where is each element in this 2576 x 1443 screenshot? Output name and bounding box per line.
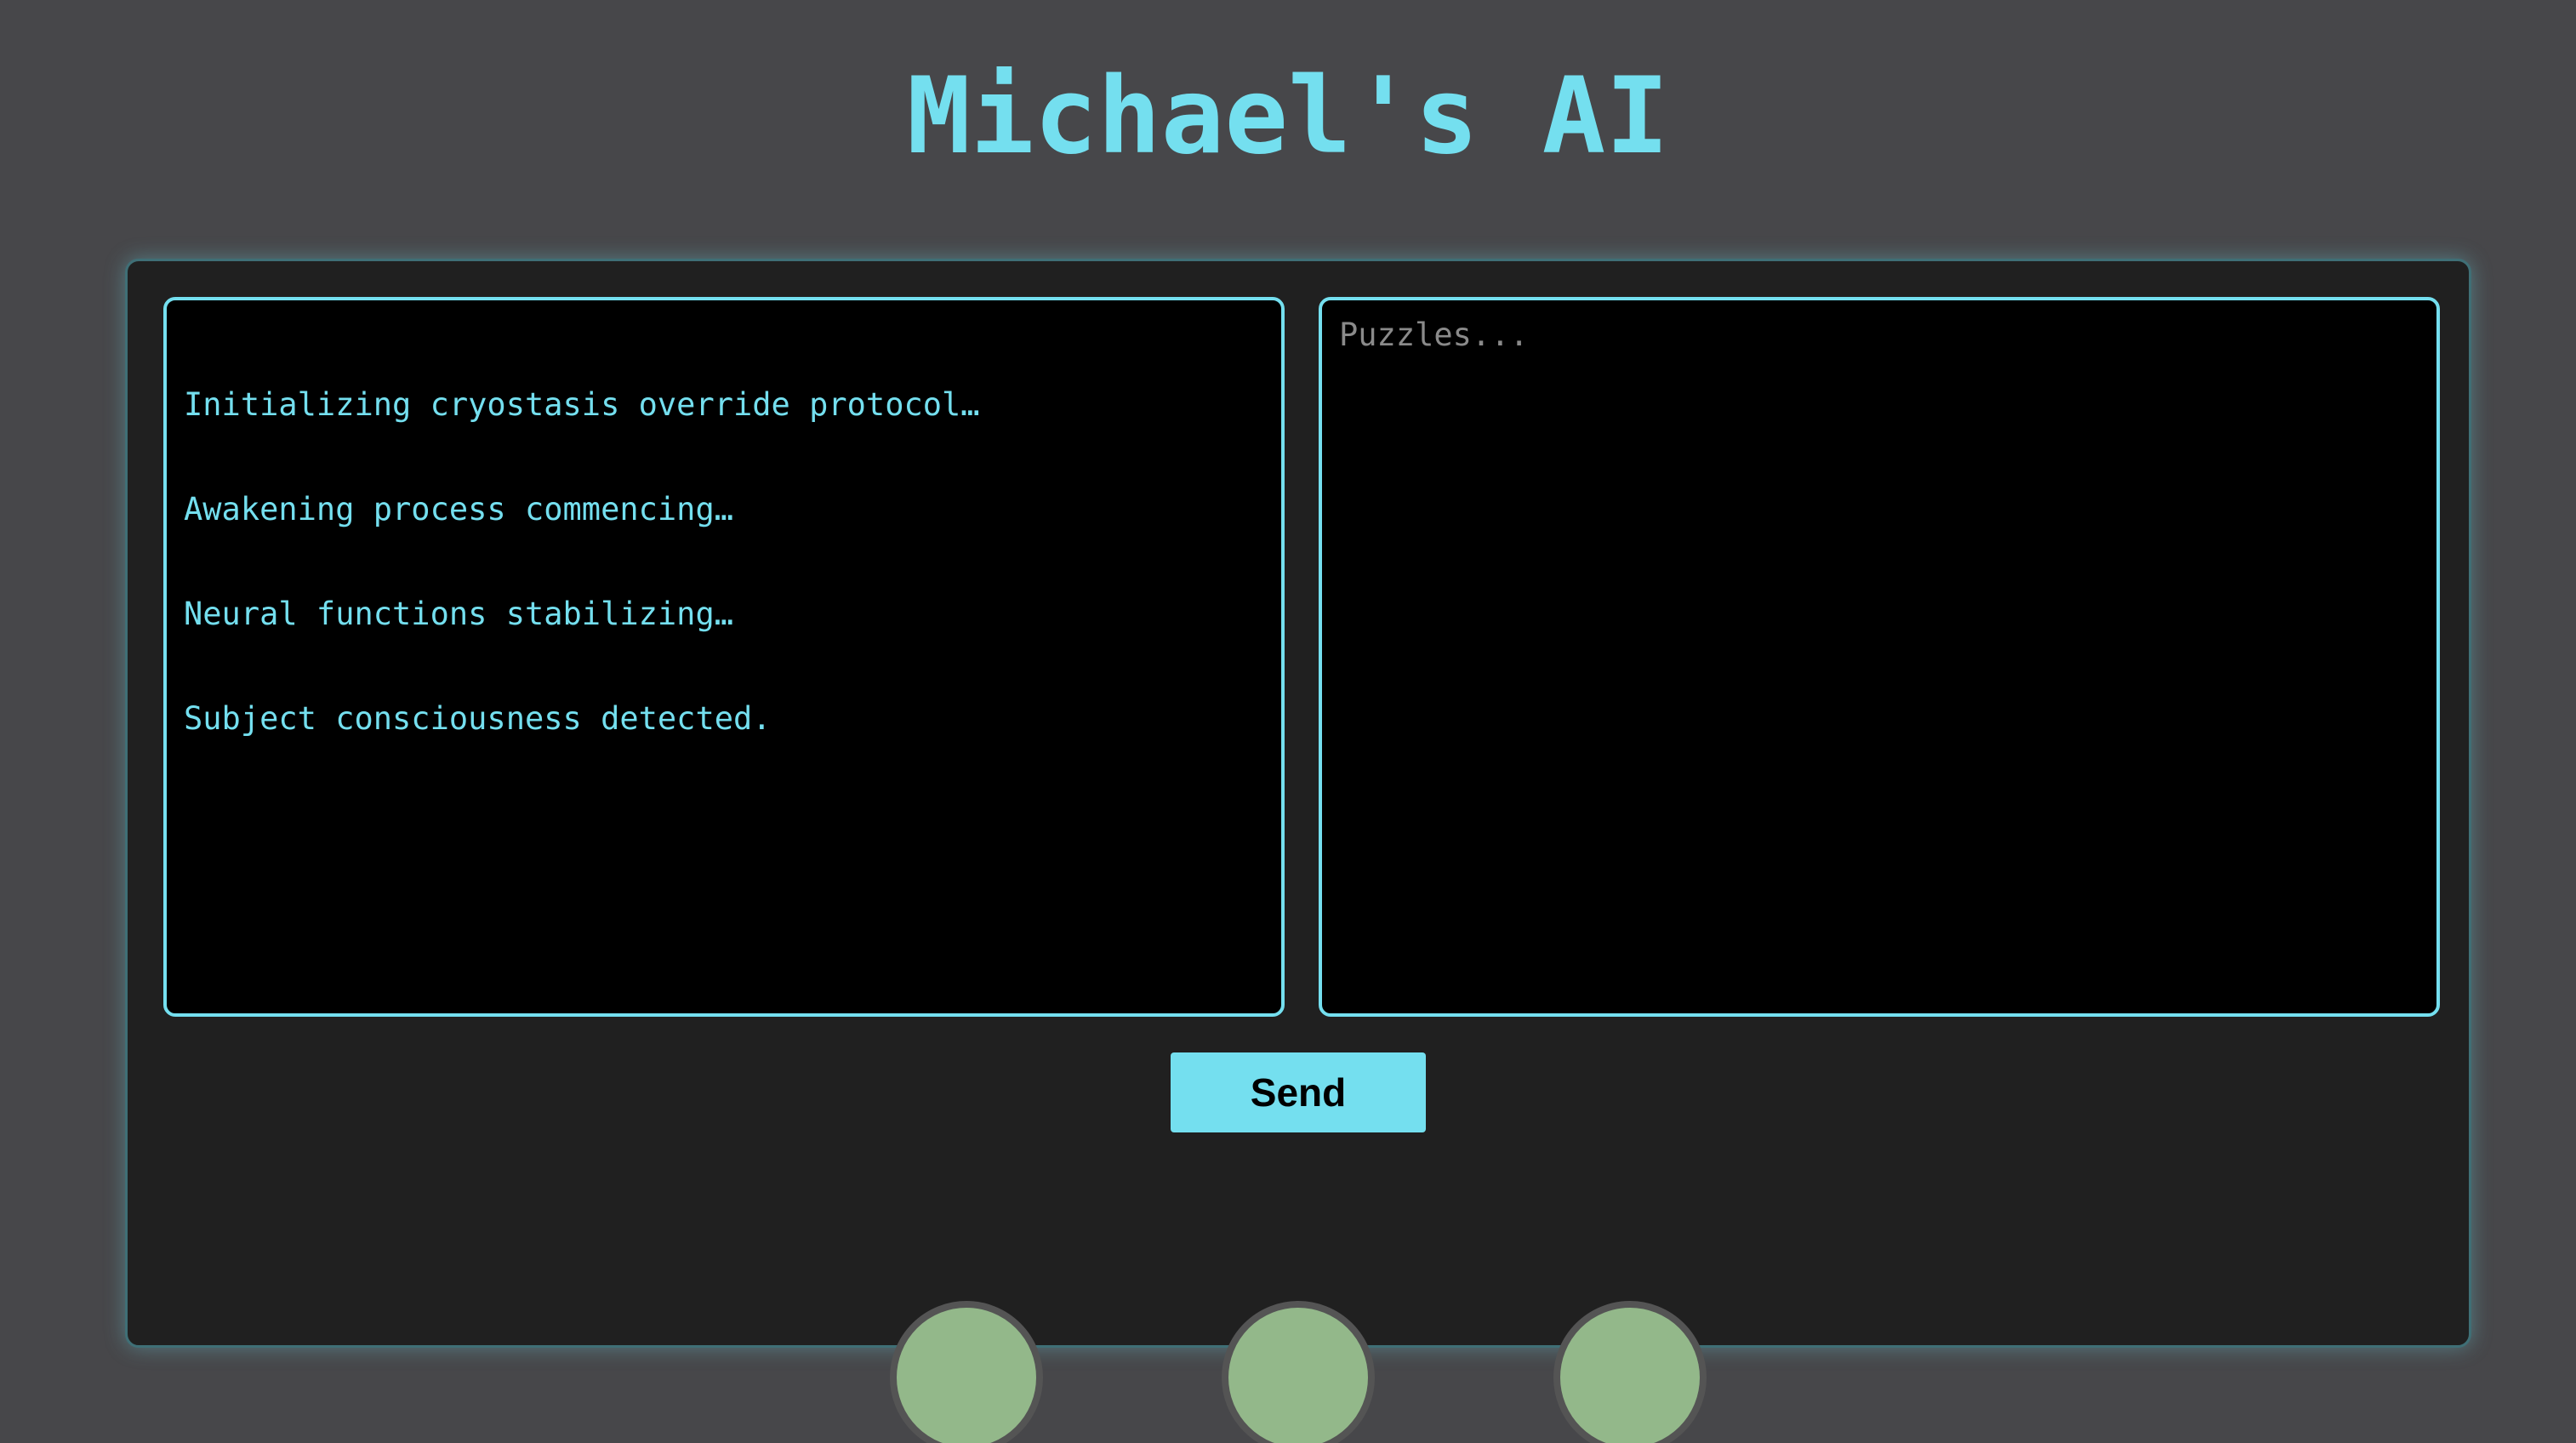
status-indicator-light [890,1301,1043,1443]
main-panel: Initializing cryostasis override protoco… [125,259,2471,1443]
console-line: Awakening process commencing… [184,491,734,528]
puzzle-input[interactable] [1319,297,2440,1017]
app-title: Michael's AI [907,55,1669,178]
console-line: Neural functions stabilizing… [184,596,734,632]
status-indicator-light [1222,1301,1375,1443]
console-line: Initializing cryostasis override protoco… [184,386,980,423]
console-line: Subject consciousness detected. [184,700,772,737]
status-indicator-light [1553,1301,1707,1443]
send-button[interactable]: Send [1171,1052,1426,1132]
output-console: Initializing cryostasis override protoco… [163,297,1285,1017]
